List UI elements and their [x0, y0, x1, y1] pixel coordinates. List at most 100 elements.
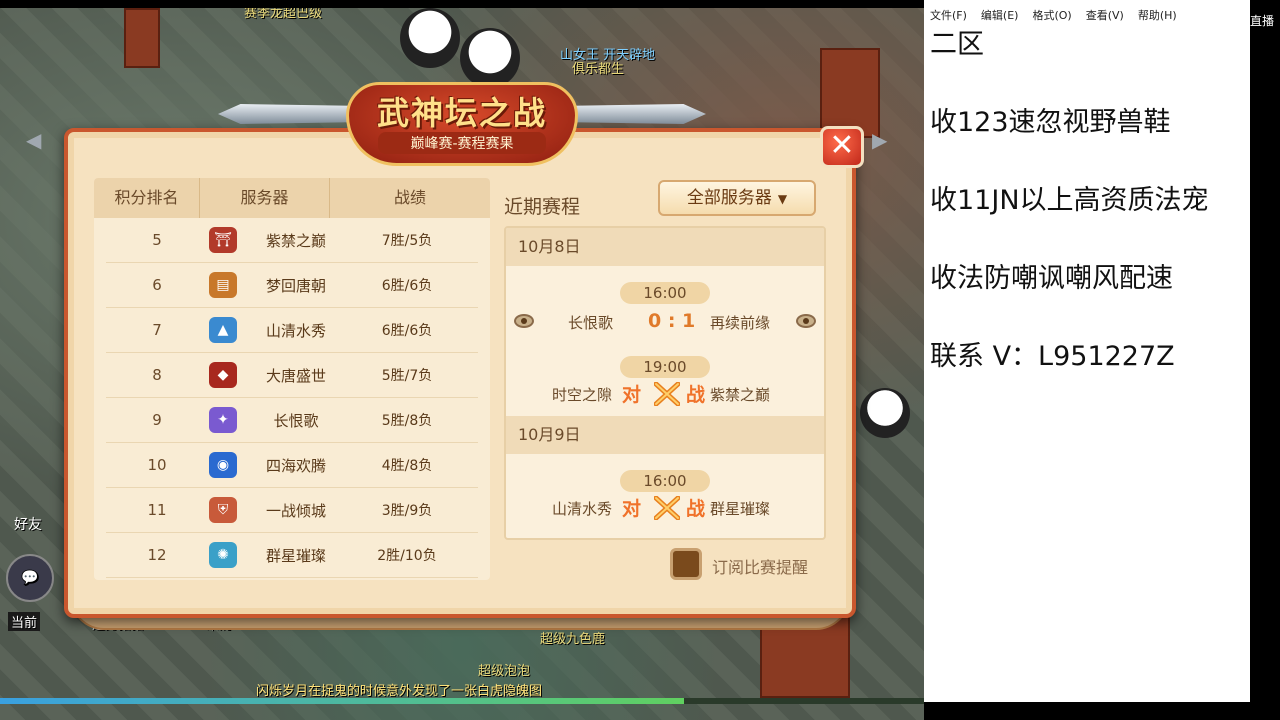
server-name-cell: 紫禁之巅 — [265, 231, 326, 250]
rank-cell: 7 — [152, 321, 162, 339]
banner-decoration — [124, 8, 160, 68]
server-name-cell: 一战倾城 — [265, 501, 326, 520]
match-item: 16:00 山清水秀 对 战 群星璀璨 — [506, 454, 824, 538]
star-icon: ✺ — [209, 542, 237, 568]
right-edge — [1250, 0, 1280, 720]
table-row[interactable]: 6 ▤ 梦回唐朝 6胜/6负 — [106, 263, 478, 308]
lantern-icon: ◆ — [209, 362, 237, 388]
note-line: 联系 V：L951227Z — [930, 341, 1175, 372]
header-record: 战绩 — [393, 188, 426, 207]
watch-replay-icon[interactable] — [514, 314, 534, 328]
team-right: 群星璀璨 — [710, 500, 771, 518]
stream-tag: 直播 — [1250, 14, 1275, 28]
schedule-title: 近期赛程 — [504, 196, 581, 218]
menu-file[interactable]: 文件(F) — [930, 7, 967, 23]
watch-replay-icon[interactable] — [796, 314, 816, 328]
vs-label: 对 — [622, 384, 642, 406]
team-left: 山清水秀 — [552, 500, 613, 518]
match-item: 16:00 长恨歌 0 : 1 再续前缘 — [506, 266, 824, 340]
rank-cell: 9 — [152, 411, 162, 429]
server-name-cell: 群星璀璨 — [265, 546, 326, 565]
vs-label: 战 — [686, 384, 706, 406]
server-name-cell: 大唐盛世 — [265, 366, 326, 385]
friends-button[interactable]: 好友 — [14, 514, 42, 534]
crossed-swords-icon — [654, 496, 680, 520]
server-icon-cell: ▲ — [200, 317, 246, 343]
dialog-subtitle: 巅峰赛-赛程赛果 — [378, 132, 546, 154]
menu-edit[interactable]: 编辑(E) — [981, 7, 1019, 23]
menu-format[interactable]: 格式(O) — [1032, 7, 1071, 23]
table-body: 5 ⛩ 紫禁之巅 7胜/5负 6 ▤ 梦回唐朝 6胜/6负 7 ▲ 山清水秀 6胜/6负 8 ◆ 大唐盛世 5… — [94, 218, 490, 578]
notepad-text-area[interactable]: 二区 收123速忽视野兽鞋 收11JN以上高资质法宠 收法防嘲讽嘲风配速 联系 … — [924, 30, 1250, 420]
server-name-cell: 梦回唐朝 — [265, 276, 326, 295]
menu-view[interactable]: 查看(V) — [1086, 7, 1124, 23]
table-row[interactable]: 8 ◆ 大唐盛世 5胜/7负 — [106, 353, 478, 398]
record-cell: 3胜/9负 — [381, 503, 433, 519]
current-channel-tab[interactable]: 当前 — [8, 612, 41, 631]
server-name-cell: 长恨歌 — [273, 411, 319, 430]
close-button[interactable]: ✕ — [820, 126, 864, 168]
player-name: 超级九色鹿 — [540, 632, 606, 647]
server-icon-cell: ⛩ — [200, 227, 246, 253]
menu-help[interactable]: 帮助(H) — [1138, 7, 1177, 23]
table-row[interactable]: 7 ▲ 山清水秀 6胜/6负 — [106, 308, 478, 353]
bg-label: 赛季龙超巴级 — [244, 8, 323, 21]
record-cell: 6胜/6负 — [381, 278, 433, 294]
date-header: 10月8日 — [506, 228, 824, 266]
match-score: 0 : 1 — [648, 310, 696, 332]
record-cell: 6胜/6负 — [381, 323, 433, 339]
record-cell: 5胜/7负 — [381, 368, 433, 384]
experience-bar — [0, 698, 924, 704]
crossed-swords-icon — [654, 382, 680, 406]
match-time: 16:00 — [620, 282, 710, 304]
header-rank: 积分排名 — [94, 178, 200, 218]
sword-right-icon — [556, 104, 706, 124]
table-header: 积分排名 服务器 战绩 — [94, 178, 490, 218]
subscribe-checkbox[interactable] — [670, 548, 702, 580]
rank-cell: 12 — [147, 546, 167, 564]
team-left: 长恨歌 — [568, 314, 614, 332]
server-icon-cell: ✺ — [200, 542, 246, 568]
notepad-menu-bar: 文件(F) 编辑(E) 格式(O) 查看(V) 帮助(H) — [924, 0, 1250, 30]
table-row[interactable]: 12 ✺ 群星璀璨 2胜/10负 — [106, 533, 478, 578]
rank-cell: 11 — [147, 501, 167, 519]
server-name-cell: 山清水秀 — [265, 321, 326, 340]
scroll-icon: ▤ — [209, 272, 237, 298]
table-row[interactable]: 5 ⛩ 紫禁之巅 7胜/5负 — [106, 218, 478, 263]
team-right: 紫禁之巅 — [710, 386, 771, 404]
schedule-panel: 10月8日 16:00 长恨歌 0 : 1 再续前缘 19:00 时空之隙 对 … — [504, 226, 826, 540]
server-icon-cell: ◆ — [200, 362, 246, 388]
server-filter-dropdown[interactable]: 全部服务器 ▼ — [658, 180, 816, 216]
ranking-table: 积分排名 服务器 战绩 5 ⛩ 紫禁之巅 7胜/5负 6 ▤ 梦回唐朝 6胜/6负 7 ▲ 山清水秀… — [94, 178, 490, 580]
rank-cell: 10 — [147, 456, 167, 474]
dialog-title: 武神坛之战 — [376, 94, 547, 132]
title-banner: 武神坛之战 巅峰赛-赛程赛果 — [218, 82, 706, 168]
match-item: 19:00 时空之隙 对 战 紫禁之巅 — [506, 340, 824, 416]
server-icon-cell: ◉ — [200, 452, 246, 478]
screen: 赛季龙超巴级 山女王 开天辟地 俱乐都生 超级九色鹿 超级泡泡 好友 💬 当前 … — [0, 0, 1280, 720]
team-right: 再续前缘 — [710, 314, 771, 332]
rank-cell: 8 — [152, 366, 162, 384]
server-icon-cell: ⛨ — [200, 497, 246, 523]
match-time: 16:00 — [620, 470, 710, 492]
date-header: 10月9日 — [506, 416, 824, 454]
feather-icon: ✦ — [209, 407, 237, 433]
arrow-right-icon: ▶ — [872, 128, 888, 152]
building-decoration — [820, 48, 880, 138]
chat-bubble-icon[interactable]: 💬 — [6, 554, 54, 602]
arrow-left-icon: ◀ — [26, 128, 42, 152]
system-chat-message: 闪烁岁月在捉鬼的时候意外发现了一张白虎隐魄图 — [256, 684, 543, 699]
wave-icon: ◉ — [209, 452, 237, 478]
note-line: 二区 — [930, 29, 984, 60]
name-tag: 俱乐都生 — [572, 62, 625, 77]
record-cell: 7胜/5负 — [381, 233, 433, 249]
notepad-window: 文件(F) 编辑(E) 格式(O) 查看(V) 帮助(H) 二区 收123速忽视… — [924, 0, 1250, 702]
palace-icon: ⛩ — [209, 227, 237, 253]
record-cell: 5胜/8负 — [381, 413, 433, 429]
table-row[interactable]: 9 ✦ 长恨歌 5胜/8负 — [106, 398, 478, 443]
table-row[interactable]: 11 ⛨ 一战倾城 3胜/9负 — [106, 488, 478, 533]
player-name: 超级泡泡 — [478, 664, 531, 679]
table-row[interactable]: 10 ◉ 四海欢腾 4胜/8负 — [106, 443, 478, 488]
armor-icon: ⛨ — [209, 497, 237, 523]
mountain-icon: ▲ — [209, 317, 237, 343]
